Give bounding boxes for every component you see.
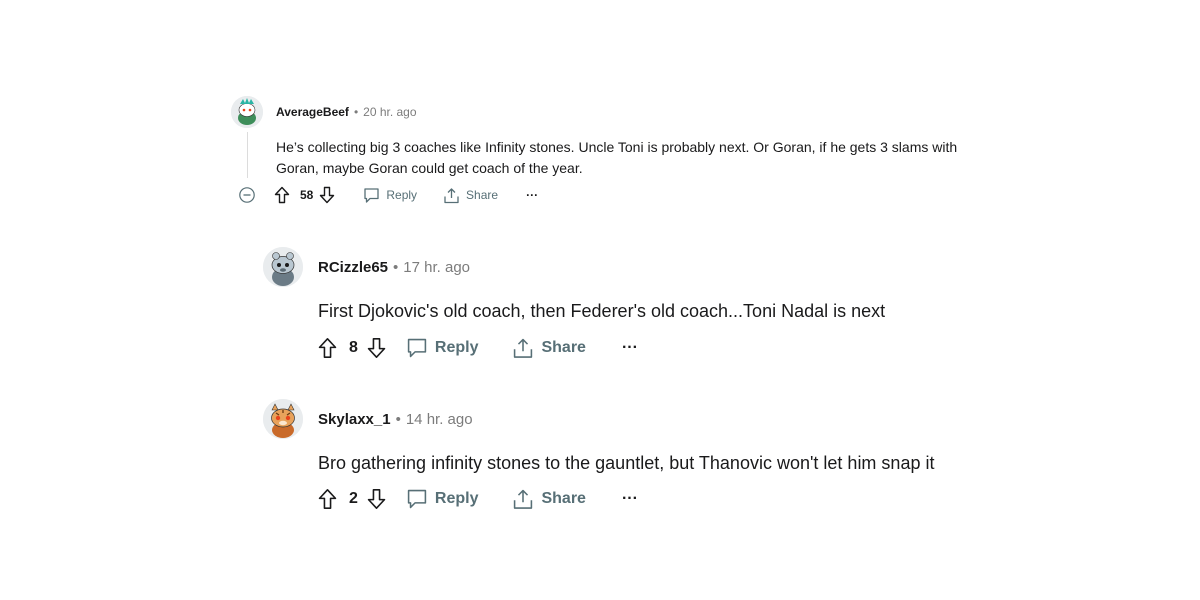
upvote-arrow-icon [318, 338, 337, 358]
vote-count: 58 [300, 188, 314, 202]
share-button[interactable]: Share [512, 488, 586, 510]
share-arrow-icon [514, 489, 533, 509]
upvote-arrow-icon [318, 489, 337, 509]
more-options-button[interactable]: ··· [622, 490, 638, 508]
upvote-button[interactable] [317, 488, 339, 510]
speech-bubble-icon [364, 187, 380, 203]
username[interactable]: RCizzle65 [318, 259, 388, 276]
downvote-button[interactable] [319, 186, 337, 204]
avatar[interactable] [263, 399, 303, 439]
upvote-button[interactable] [317, 337, 339, 359]
upvote-button[interactable] [274, 186, 292, 204]
separator-dot: • [395, 411, 401, 428]
share-button[interactable]: Share [443, 187, 498, 204]
downvote-button[interactable] [366, 337, 388, 359]
avatar[interactable] [263, 247, 303, 287]
avatar[interactable] [231, 96, 263, 128]
speech-bubble-icon [407, 489, 427, 509]
speech-bubble-icon [407, 338, 427, 358]
comment-body: First Djokovic's old coach, then Federer… [318, 301, 886, 321]
timestamp[interactable]: 20 hr. ago [363, 105, 416, 119]
comment-body: Bro gathering infinity stones to the gau… [318, 453, 935, 473]
share-button[interactable]: Share [512, 337, 586, 359]
timestamp[interactable]: 17 hr. ago [403, 259, 470, 276]
ellipsis-icon: ··· [621, 490, 638, 507]
reply-button[interactable]: Reply [406, 337, 479, 359]
more-options-button[interactable]: ··· [526, 188, 538, 202]
reply-label: Reply [434, 339, 479, 356]
comment-meta: Skylaxx_1 • 14 hr. ago [318, 411, 473, 428]
comment-body: He’s collecting big 3 coaches like Infin… [276, 139, 958, 176]
reply-button[interactable]: Reply [363, 187, 417, 204]
share-label: Share [541, 339, 586, 356]
thread-line[interactable] [247, 132, 248, 178]
share-label: Share [466, 188, 499, 202]
comment-meta: AverageBeef • 20 hr. ago [276, 105, 417, 119]
more-options-button[interactable]: ··· [622, 339, 638, 357]
ellipsis-icon: ··· [526, 188, 539, 202]
vote-count: 8 [349, 339, 358, 356]
share-arrow-icon [444, 187, 459, 203]
ellipsis-icon: ··· [621, 339, 638, 356]
downvote-arrow-icon [320, 186, 335, 204]
comment-actions: 58 Reply Share ··· [274, 186, 538, 204]
upvote-arrow-icon [274, 186, 290, 204]
reply-button[interactable]: Reply [406, 488, 479, 510]
share-label: Share [541, 490, 586, 507]
downvote-arrow-icon [367, 338, 386, 358]
reply-label: Reply [434, 490, 479, 507]
reply-label: Reply [386, 188, 418, 202]
downvote-arrow-icon [367, 489, 386, 509]
comment-meta: RCizzle65 • 17 hr. ago [318, 259, 470, 276]
username[interactable]: Skylaxx_1 [318, 411, 391, 428]
username[interactable]: AverageBeef [276, 105, 349, 119]
timestamp[interactable]: 14 hr. ago [406, 411, 473, 428]
separator-dot: • [353, 105, 359, 119]
vote-count: 2 [349, 490, 358, 507]
downvote-button[interactable] [366, 488, 388, 510]
separator-dot: • [393, 259, 399, 276]
comment-actions: 8 Reply Share ··· [317, 337, 638, 359]
share-arrow-icon [514, 338, 533, 358]
comment-actions: 2 Reply Share ··· [317, 488, 638, 510]
collapse-minus-icon[interactable] [239, 187, 255, 203]
